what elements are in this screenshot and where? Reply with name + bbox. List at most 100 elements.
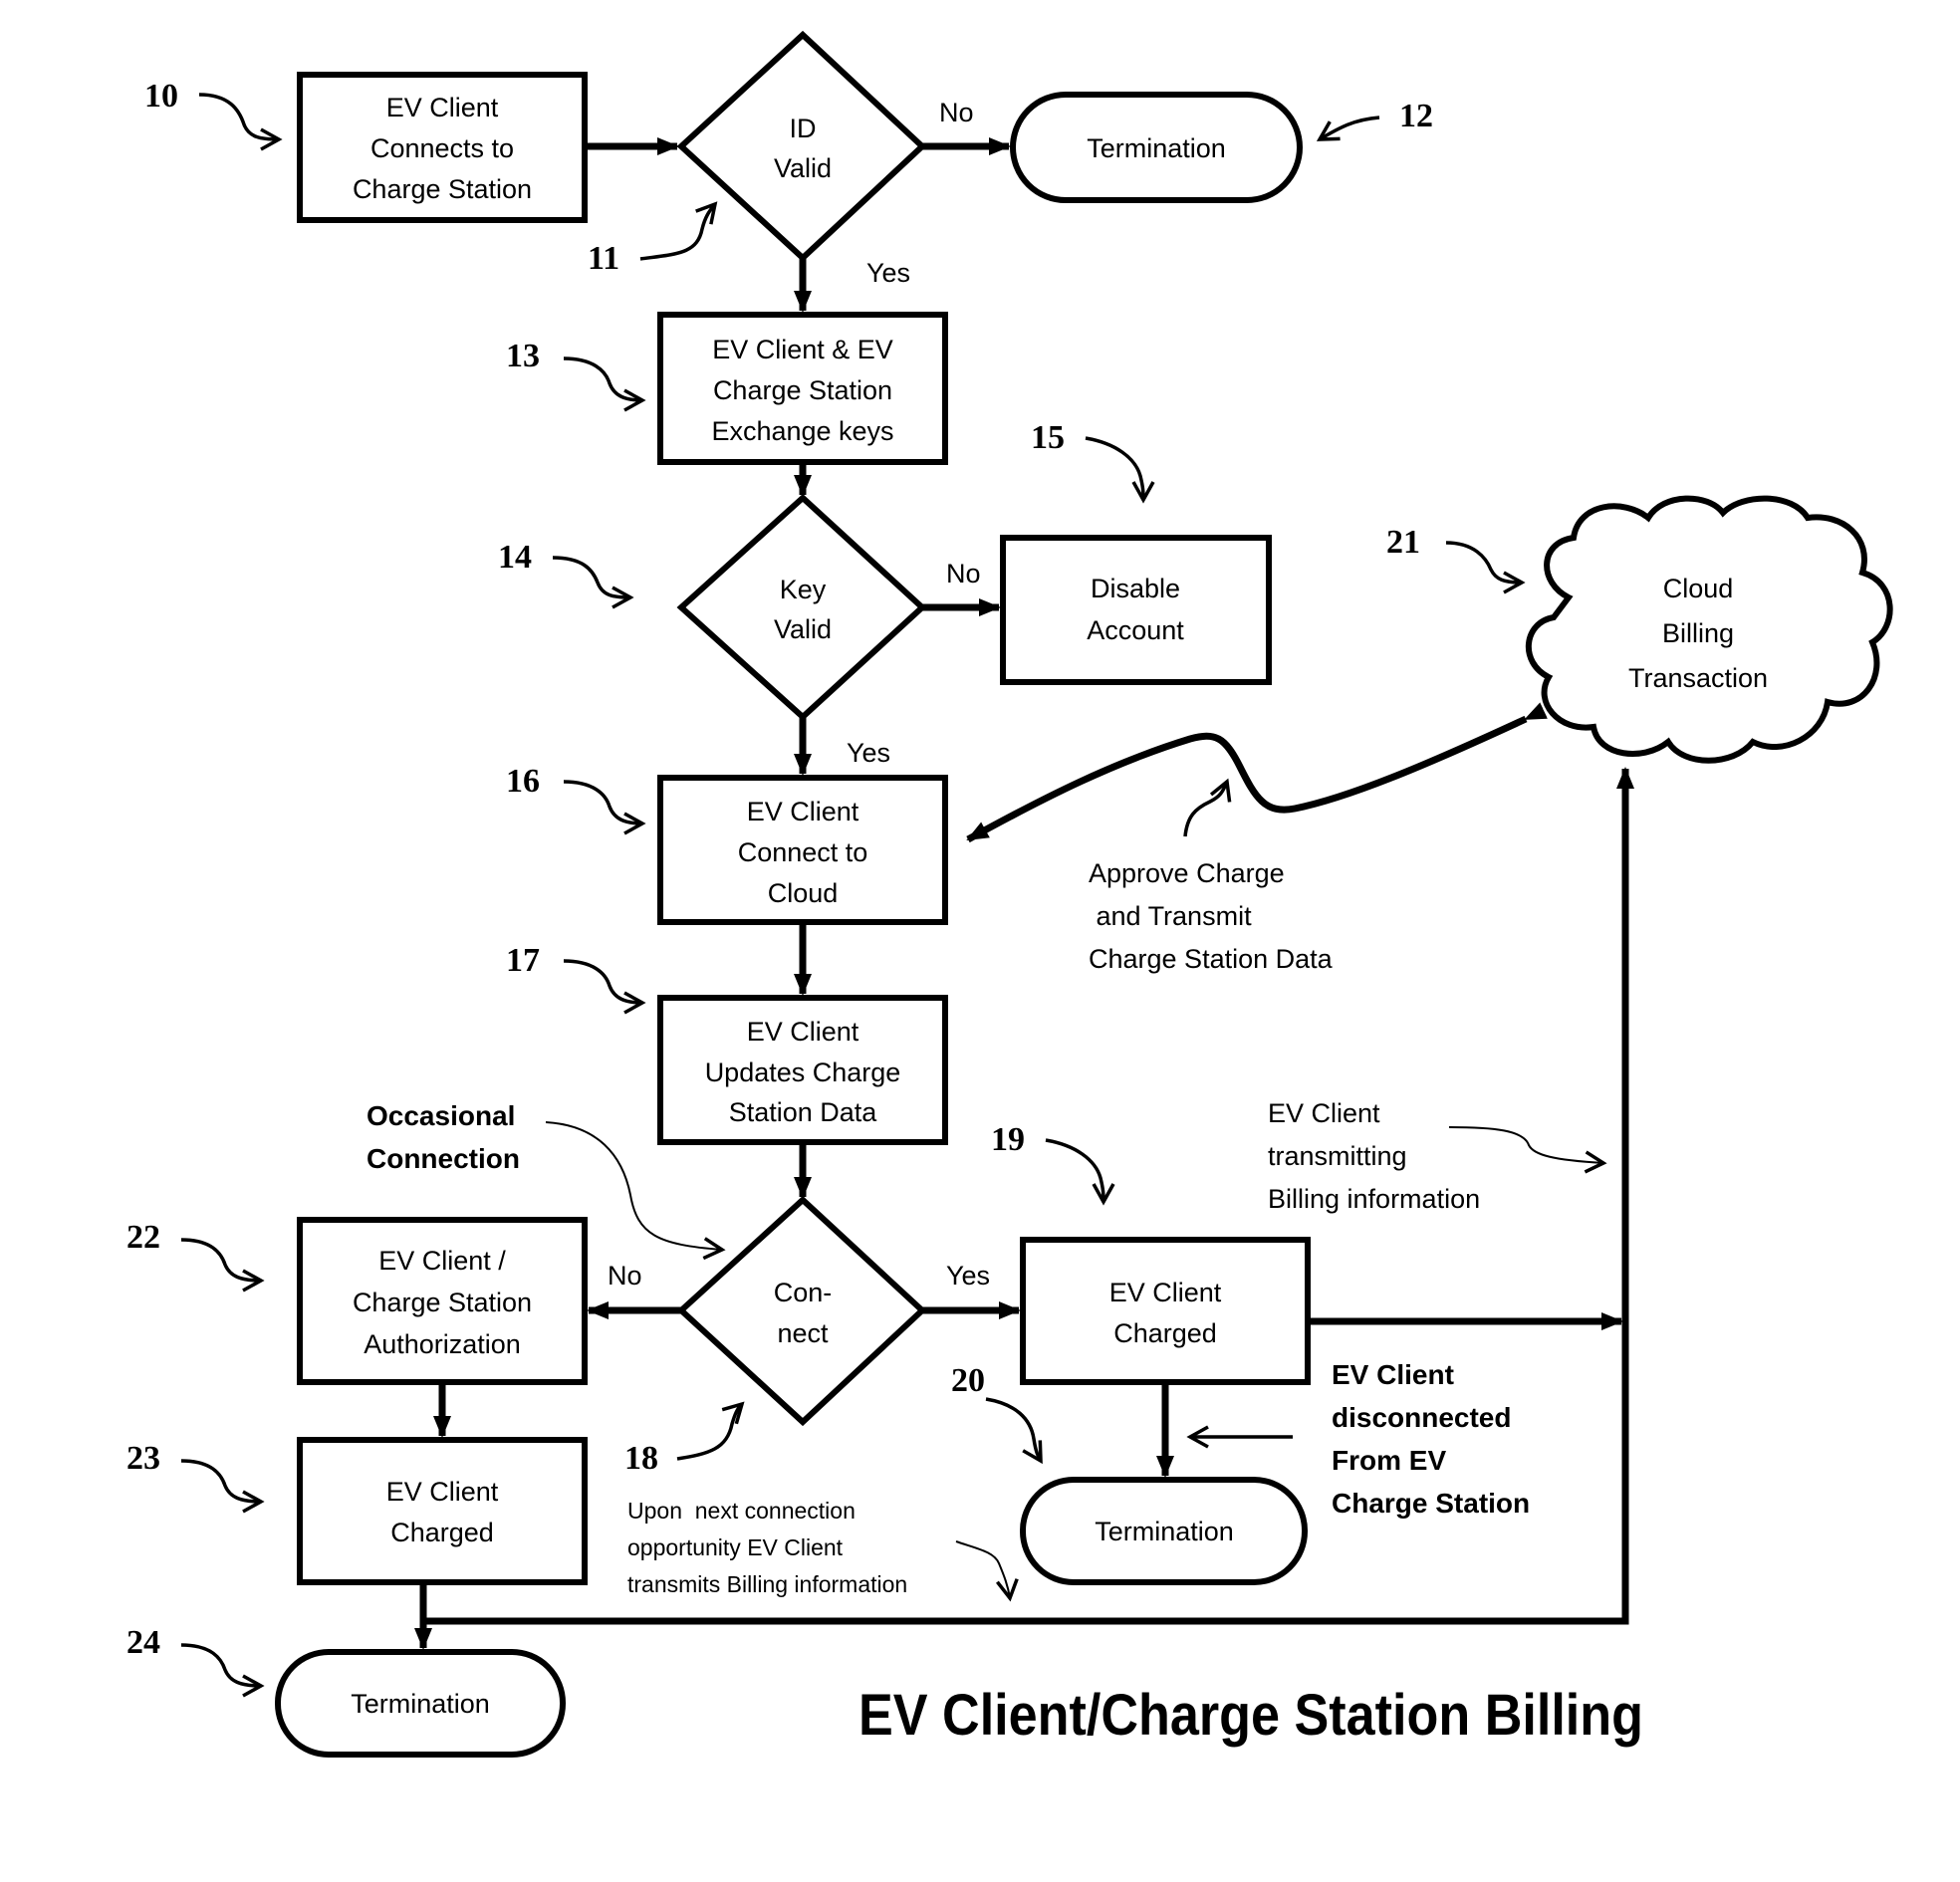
node-18-connect-decision[interactable]: Con-nect [676, 1195, 927, 1427]
node-18-line-2: nect [777, 1318, 829, 1348]
ref-14: 14 [498, 539, 532, 576]
annotation-next-connection: Upon next connection opportunity EV Clien… [627, 1498, 1019, 1602]
node-10-connect-to-station[interactable]: EV Client Connects to Charge Station [297, 72, 588, 223]
occasional-line-2: Connection [367, 1143, 520, 1174]
ref-19: 19 [991, 1121, 1025, 1158]
node-10-line-2: Connects to [370, 133, 514, 163]
annotation-transmitting-billing: EV Client transmitting Billing information [1268, 1098, 1607, 1214]
svg-text:EV ClienttransmittingBilling i: EV Client transmitting Billing information [1268, 1098, 1480, 1214]
approve-line-3: Charge Station Data [1089, 944, 1334, 974]
transmitting-line-1: EV Client [1268, 1098, 1380, 1128]
node-13-exchange-keys[interactable]: EV Client & EV Charge Station Exchange key… [657, 312, 948, 465]
edge-label-id-yes: Yes [866, 258, 910, 288]
svg-text:Approve Charge and TransmitCha: Approve Charge and Transmit Charge Statio… [1089, 858, 1334, 974]
ref-13: 13 [506, 338, 540, 374]
svg-text:EV ClientdisconnectedFrom EVCh: EV Client disconnected From EV Charge Stati… [1332, 1359, 1530, 1519]
node-22-line-1: EV Client / [378, 1246, 506, 1276]
ref-12: 12 [1399, 98, 1433, 134]
node-13-line-2: Charge Station [713, 375, 892, 405]
node-22-line-3: Authorization [364, 1329, 521, 1359]
ref-21-leader [1445, 541, 1526, 594]
node-16-line-3: Cloud [768, 878, 839, 908]
node-20-label: Termination [1095, 1517, 1234, 1546]
svg-text:EV Client & EVCharge StationEx: EV Client & EV Charge Station Exchange key… [711, 335, 893, 446]
ref-11-leader [639, 201, 718, 261]
node-12-label: Termination [1087, 133, 1226, 163]
disconnected-line-1: EV Client [1332, 1359, 1454, 1390]
node-16-line-1: EV Client [747, 797, 859, 826]
node-15-line-1: Disable [1091, 574, 1180, 603]
transmitting-leader [1448, 1126, 1607, 1174]
node-19-line-2: Charged [1113, 1318, 1217, 1348]
edge-label-connect-no: No [608, 1261, 642, 1291]
node-17-line-2: Updates Charge [705, 1058, 901, 1087]
edge-label-key-yes: Yes [847, 738, 890, 768]
ref-10: 10 [144, 78, 178, 115]
edge-16-cloud-bidirectional [966, 702, 1548, 843]
svg-text:EV Client /Charge StationAutho: EV Client / Charge Station Authorization [353, 1246, 532, 1359]
node-11-line-1: ID [790, 114, 817, 143]
node-16-connect-to-cloud[interactable]: EV Client Connect to Cloud [657, 775, 948, 925]
ref-11: 11 [588, 240, 619, 277]
node-16-line-2: Connect to [738, 837, 868, 867]
approve-line-1: Approve Charge [1089, 858, 1285, 888]
ref-12-leader [1316, 116, 1380, 141]
node-24-label: Termination [351, 1689, 490, 1719]
node-23-line-2: Charged [390, 1518, 494, 1547]
ref-24: 24 [126, 1624, 160, 1661]
ref-15: 15 [1031, 419, 1065, 456]
transmitting-line-2: transmitting [1268, 1141, 1407, 1171]
approve-leader [1183, 778, 1232, 837]
ref-19-leader [1045, 1138, 1115, 1206]
node-21-line-3: Transaction [1628, 663, 1768, 693]
svg-text:OccasionalConnection: Occasional Connection [367, 1100, 520, 1174]
edge-label-connect-yes: Yes [946, 1261, 990, 1291]
node-10-line-1: EV Client [386, 93, 499, 122]
ref-23: 23 [126, 1440, 160, 1477]
ref-18-leader [676, 1401, 745, 1461]
node-10-line-3: Charge Station [353, 174, 532, 204]
edge-label-id-no: No [939, 98, 974, 127]
ref-16-leader [563, 780, 646, 835]
node-15-disable-account[interactable]: Disable Account [1000, 535, 1272, 685]
ref-17: 17 [506, 942, 540, 979]
next-connection-leader [955, 1540, 1019, 1602]
node-19-line-1: EV Client [1109, 1278, 1222, 1307]
ref-14-leader [552, 556, 634, 609]
svg-text:Upon next connectionopportuni: Upon next connection opportunity EV Clien… [627, 1498, 907, 1597]
node-12-termination[interactable]: Termination [1010, 92, 1303, 203]
disconnected-line-4: Charge Station [1332, 1488, 1530, 1519]
ref-23-leader [180, 1459, 265, 1514]
node-22-authorization[interactable]: EV Client / Charge Station Authorization [297, 1217, 588, 1385]
node-17-line-1: EV Client [747, 1017, 859, 1047]
ref-13-leader [563, 356, 646, 412]
node-14-key-valid-decision[interactable]: Key Valid [676, 493, 927, 722]
next-connection-line-1: Upon next connection [627, 1498, 856, 1524]
node-20-termination[interactable]: Termination [1020, 1477, 1308, 1585]
node-21-cloud-billing[interactable]: Cloud Billing Transaction [1525, 495, 1893, 764]
node-19-client-charged[interactable]: EV Client Charged [1020, 1237, 1311, 1385]
node-17-update-station-data[interactable]: EV Client Updates Charge Station Data [657, 995, 948, 1145]
node-13-line-3: Exchange keys [711, 416, 893, 446]
next-connection-line-3: transmits Billing information [627, 1571, 907, 1597]
node-18-line-1: Con- [774, 1278, 833, 1307]
annotation-disconnected: EV Client disconnected From EV Charge Stati… [1332, 1359, 1530, 1519]
node-13-line-1: EV Client & EV [712, 335, 893, 364]
ref-18: 18 [624, 1440, 658, 1477]
edge-label-key-no: No [946, 559, 981, 588]
diagram-title: EV Client/Charge Station Billing [858, 1683, 1643, 1748]
ref-21: 21 [1386, 524, 1420, 561]
node-14-line-2: Valid [774, 614, 832, 644]
ref-22-leader [180, 1238, 265, 1293]
flowchart-canvas: EV Client Connects to Charge Station ID Val… [126, 30, 1893, 1758]
node-11-id-valid-decision[interactable]: ID Valid [676, 30, 927, 263]
ref-24-leader [180, 1643, 265, 1698]
node-15-line-2: Account [1087, 615, 1184, 645]
node-23-line-1: EV Client [386, 1477, 499, 1507]
ref-10-leader [198, 93, 283, 151]
node-14-line-1: Key [780, 575, 827, 604]
ref-17-leader [563, 959, 646, 1015]
node-23-client-charged[interactable]: EV Client Charged [297, 1437, 588, 1585]
node-24-termination[interactable]: Termination [275, 1649, 566, 1758]
node-21-line-1: Cloud [1663, 574, 1734, 603]
